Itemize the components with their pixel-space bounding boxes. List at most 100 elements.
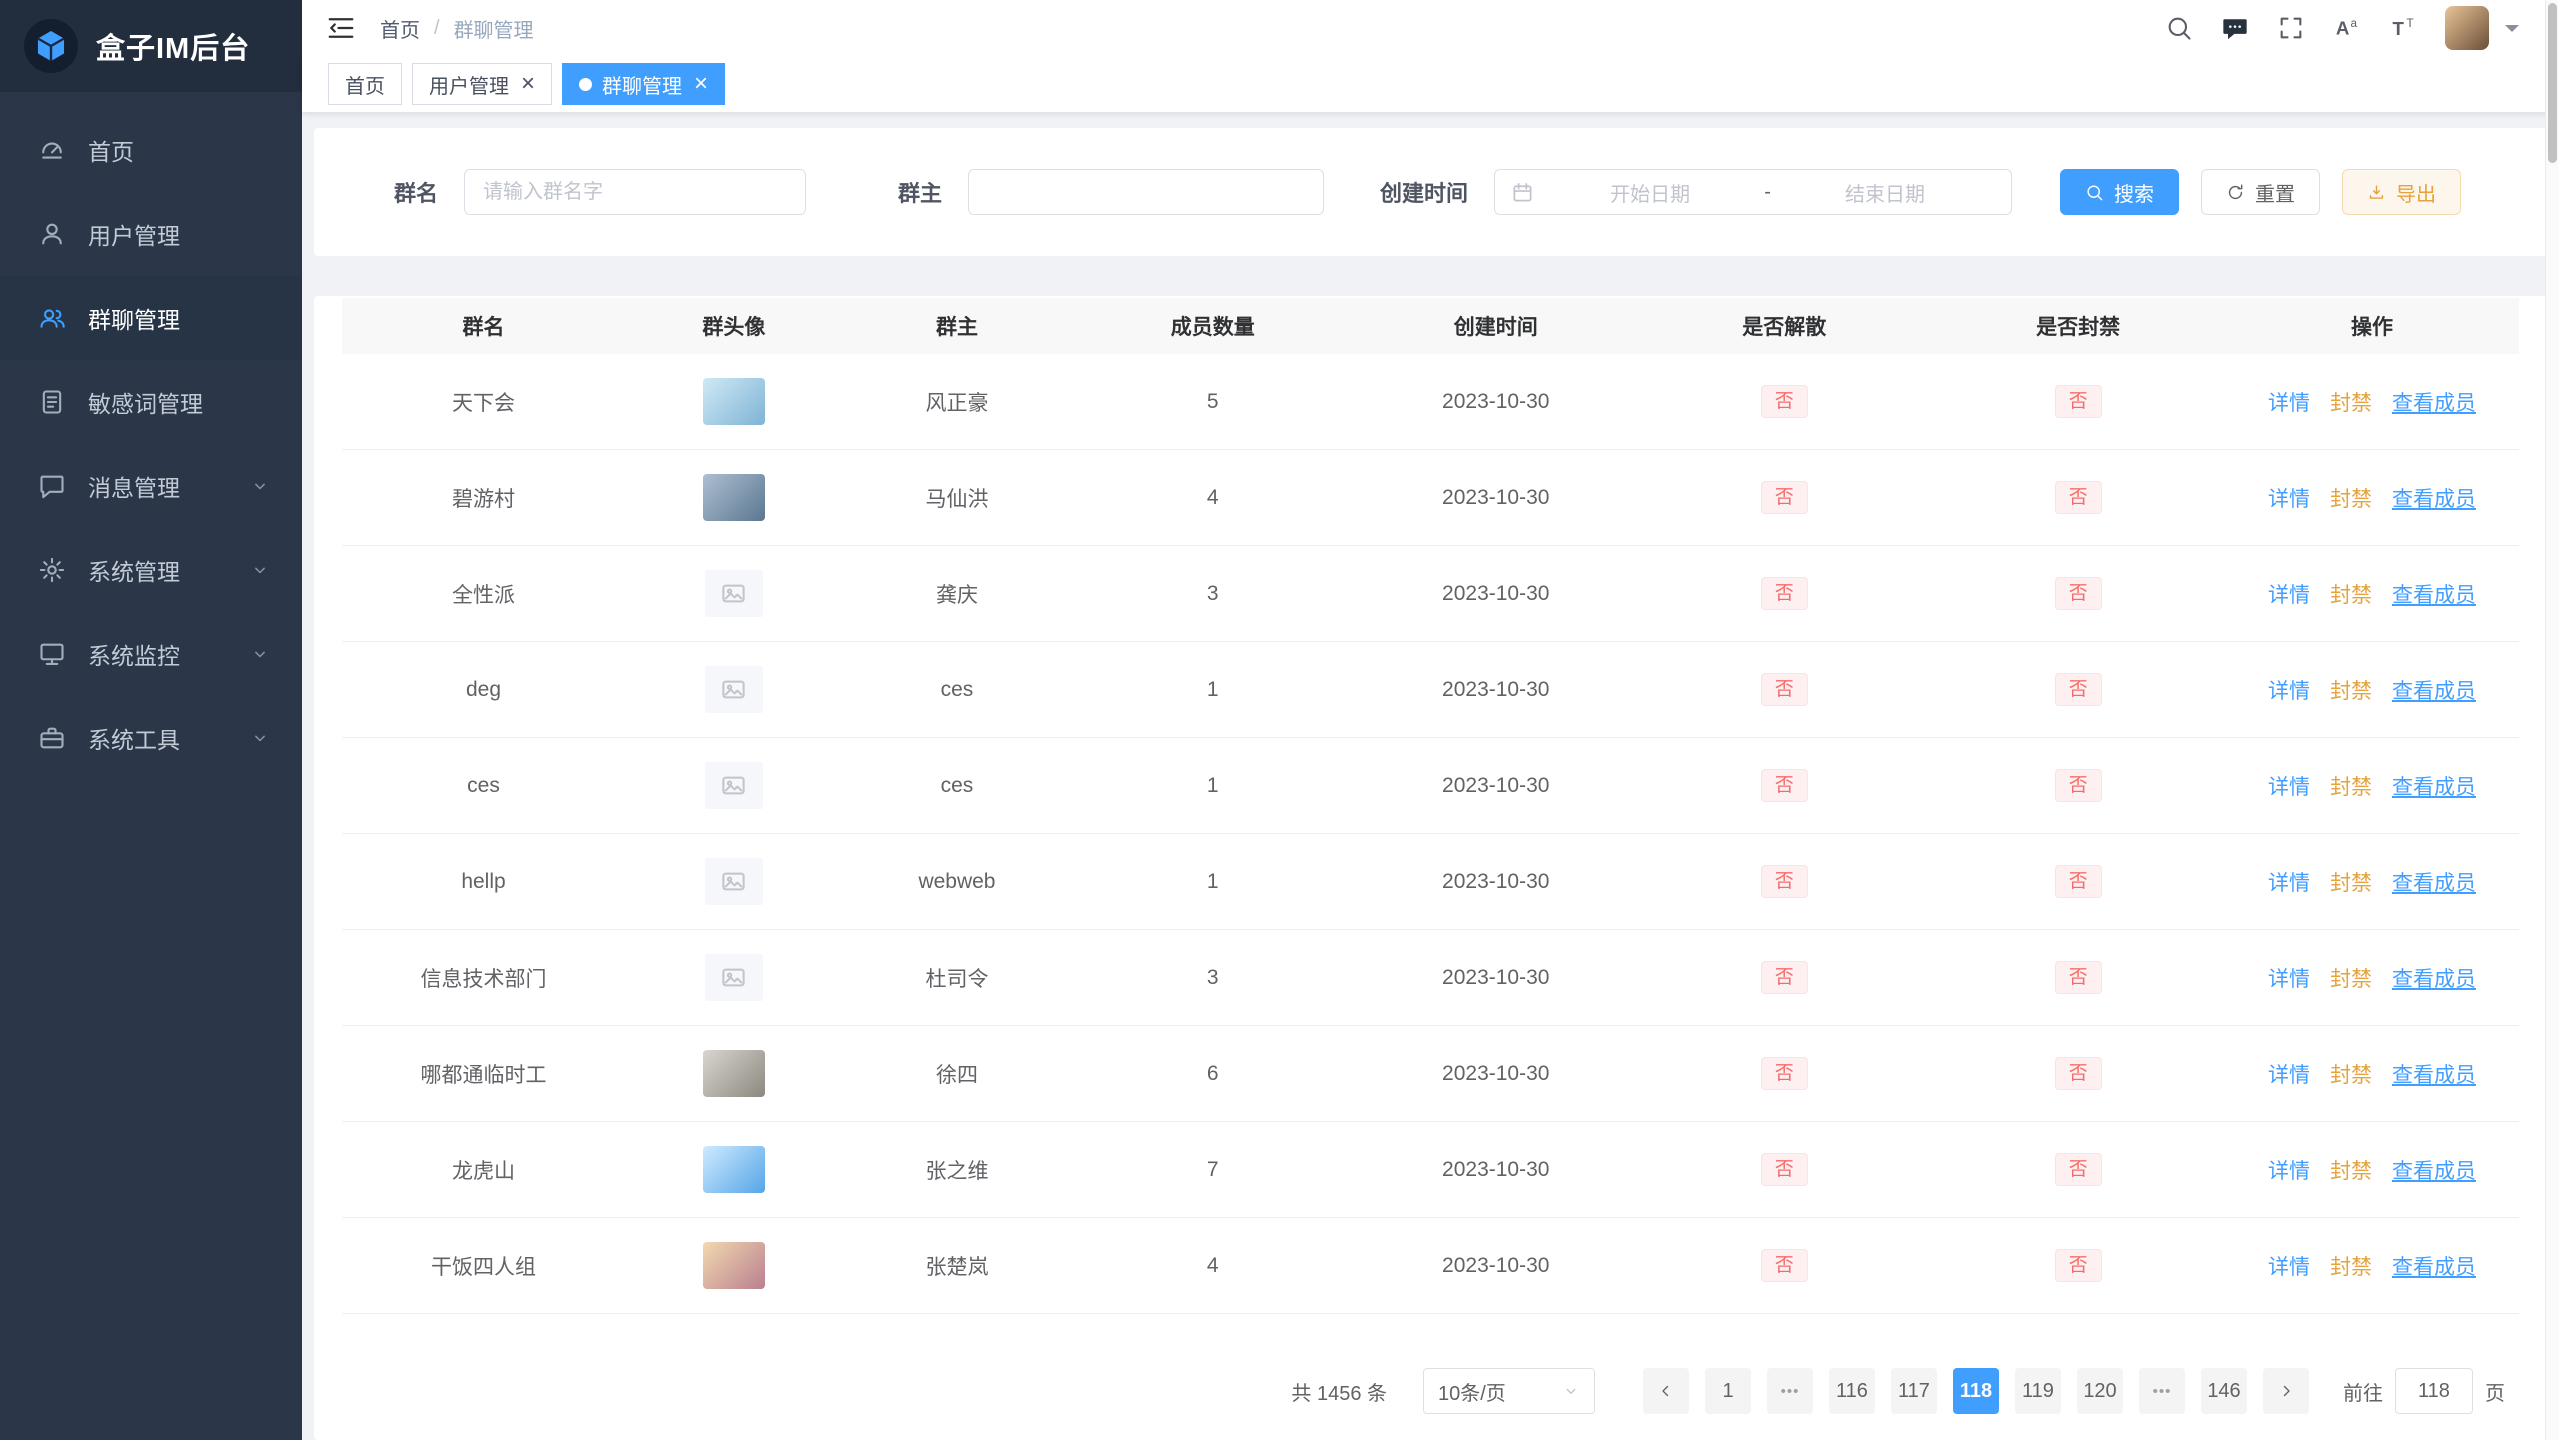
prev-page-button[interactable]: [1643, 1368, 1689, 1414]
tab-user-management[interactable]: 用户管理×: [412, 63, 552, 105]
breadcrumb-separator: /: [434, 17, 440, 40]
ban-link[interactable]: 封禁: [2330, 1059, 2372, 1089]
export-button-label: 导出: [2396, 178, 2436, 207]
owner-input[interactable]: [968, 169, 1324, 215]
owner-label: 群主: [898, 176, 942, 208]
sidebar-item-home[interactable]: 首页: [0, 108, 302, 192]
ban-link[interactable]: 封禁: [2330, 867, 2372, 897]
monitor-icon: [38, 640, 66, 668]
goto-page-input[interactable]: [2395, 1368, 2473, 1414]
page-button-120[interactable]: 120: [2077, 1368, 2123, 1414]
banned-tag: 否: [2055, 673, 2102, 707]
sidebar-item-system-monitor[interactable]: 系统监控: [0, 612, 302, 696]
page-button-1[interactable]: 1: [1705, 1368, 1751, 1414]
table-row: 天下会风正豪52023-10-30否否详情封禁查看成员: [342, 354, 2519, 450]
cell-owner: ces: [843, 774, 1072, 798]
page-button-119[interactable]: 119: [2015, 1368, 2061, 1414]
group-avatar: [703, 474, 765, 521]
close-tab-icon[interactable]: ×: [694, 72, 708, 96]
view-members-link[interactable]: 查看成员: [2392, 963, 2476, 993]
sidebar-item-message-management[interactable]: 消息管理: [0, 444, 302, 528]
ban-link[interactable]: 封禁: [2330, 579, 2372, 609]
cell-created-time: 2023-10-30: [1354, 1158, 1637, 1182]
page-button-118[interactable]: 118: [1953, 1368, 1999, 1414]
page-button-117[interactable]: 117: [1891, 1368, 1937, 1414]
view-members-link[interactable]: 查看成员: [2392, 483, 2476, 513]
sidebar-item-system-tools[interactable]: 系统工具: [0, 696, 302, 780]
cell-banned: 否: [1931, 769, 2225, 803]
page-more-button[interactable]: •••: [2139, 1368, 2185, 1414]
sidebar-item-label: 系统工具: [88, 721, 250, 755]
view-members-link[interactable]: 查看成员: [2392, 579, 2476, 609]
fullscreen-icon[interactable]: [2277, 14, 2305, 42]
page-button-116[interactable]: 116: [1829, 1368, 1875, 1414]
detail-link[interactable]: 详情: [2268, 771, 2310, 801]
table-row: hellpwebweb12023-10-30否否详情封禁查看成员: [342, 834, 2519, 930]
ban-link[interactable]: 封禁: [2330, 675, 2372, 705]
group-icon: [38, 304, 66, 332]
view-members-link[interactable]: 查看成员: [2392, 867, 2476, 897]
view-members-link[interactable]: 查看成员: [2392, 1155, 2476, 1185]
breadcrumb-home[interactable]: 首页: [380, 14, 420, 43]
view-members-link[interactable]: 查看成员: [2392, 387, 2476, 417]
reset-button[interactable]: 重置: [2201, 169, 2320, 215]
view-members-link[interactable]: 查看成员: [2392, 771, 2476, 801]
detail-link[interactable]: 详情: [2268, 963, 2310, 993]
next-page-button[interactable]: [2263, 1368, 2309, 1414]
sidebar-item-user-management[interactable]: 用户管理: [0, 192, 302, 276]
ban-link[interactable]: 封禁: [2330, 1155, 2372, 1185]
detail-link[interactable]: 详情: [2268, 675, 2310, 705]
view-members-link[interactable]: 查看成员: [2392, 1059, 2476, 1089]
ban-link[interactable]: 封禁: [2330, 963, 2372, 993]
detail-link[interactable]: 详情: [2268, 579, 2310, 609]
sidebar-item-system-management[interactable]: 系统管理: [0, 528, 302, 612]
ban-link[interactable]: 封禁: [2330, 1251, 2372, 1281]
cell-dissolved: 否: [1637, 961, 1931, 995]
sidebar-item-sensitive-words[interactable]: 敏感词管理: [0, 360, 302, 444]
pagination-page-suffix: 页: [2485, 1377, 2505, 1406]
detail-link[interactable]: 详情: [2268, 387, 2310, 417]
column-header: 是否解散: [1637, 311, 1931, 341]
close-tab-icon[interactable]: ×: [521, 72, 535, 96]
page-size-select[interactable]: 10条/页: [1423, 1368, 1595, 1414]
caret-down-icon[interactable]: [2505, 25, 2519, 39]
group-name-input[interactable]: [464, 169, 806, 215]
view-members-link[interactable]: 查看成员: [2392, 675, 2476, 705]
detail-link[interactable]: 详情: [2268, 1059, 2310, 1089]
layout-size-icon[interactable]: TT: [2389, 14, 2417, 42]
search-icon: [2085, 183, 2104, 202]
cell-member-count: 3: [1071, 582, 1354, 606]
dissolved-tag: 否: [1761, 385, 1808, 419]
app-logo[interactable]: 盒子IM后台: [0, 0, 302, 92]
tab-group-management[interactable]: 群聊管理×: [562, 63, 725, 105]
detail-link[interactable]: 详情: [2268, 1155, 2310, 1185]
cell-banned: 否: [1931, 1249, 2225, 1283]
ban-link[interactable]: 封禁: [2330, 387, 2372, 417]
export-button[interactable]: 导出: [2342, 169, 2461, 215]
group-avatar: [703, 378, 765, 425]
tab-home[interactable]: 首页: [328, 63, 402, 105]
font-size-icon[interactable]: Aa: [2333, 14, 2361, 42]
page-scrollbar[interactable]: [2545, 0, 2559, 1440]
table-row: 全性派龚庆32023-10-30否否详情封禁查看成员: [342, 546, 2519, 642]
search-button[interactable]: 搜索: [2060, 169, 2179, 215]
ban-link[interactable]: 封禁: [2330, 771, 2372, 801]
gear-icon: [38, 556, 66, 584]
search-icon[interactable]: [2165, 14, 2193, 42]
dissolved-tag: 否: [1761, 577, 1808, 611]
page-more-button[interactable]: •••: [1767, 1368, 1813, 1414]
ban-link[interactable]: 封禁: [2330, 483, 2372, 513]
detail-link[interactable]: 详情: [2268, 1251, 2310, 1281]
date-range-picker[interactable]: 开始日期 - 结束日期: [1494, 169, 2012, 215]
cell-group-avatar: [625, 474, 843, 521]
view-members-link[interactable]: 查看成员: [2392, 1251, 2476, 1281]
detail-link[interactable]: 详情: [2268, 483, 2310, 513]
detail-link[interactable]: 详情: [2268, 867, 2310, 897]
banned-tag: 否: [2055, 1249, 2102, 1283]
sidebar-item-group-management[interactable]: 群聊管理: [0, 276, 302, 360]
message-log-icon[interactable]: [2221, 14, 2249, 42]
menu-fold-icon[interactable]: [302, 13, 380, 43]
page-button-146[interactable]: 146: [2201, 1368, 2247, 1414]
user-avatar[interactable]: [2445, 6, 2489, 50]
scrollbar-thumb[interactable]: [2548, 3, 2557, 163]
